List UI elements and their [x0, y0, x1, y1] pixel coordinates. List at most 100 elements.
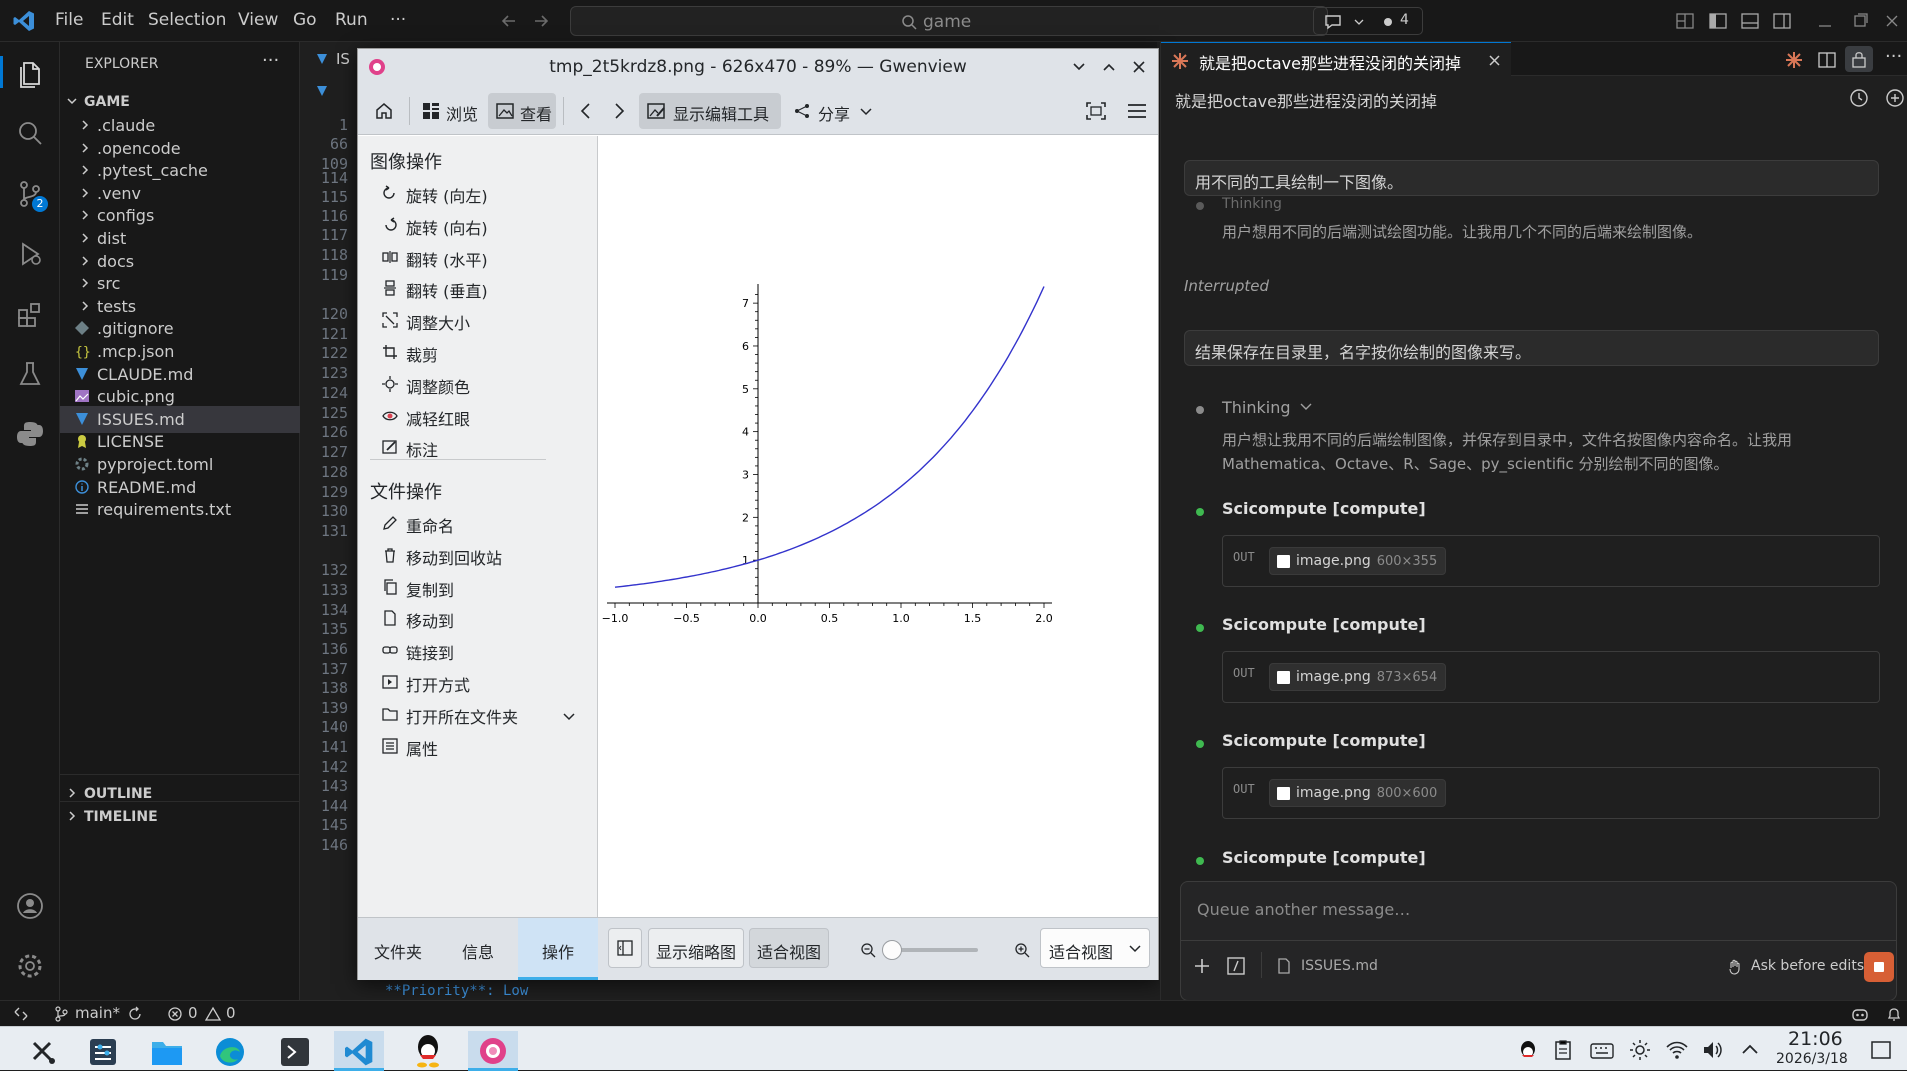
- file-item[interactable]: requirements.txt: [60, 496, 300, 523]
- extensions-icon[interactable]: [14, 298, 46, 330]
- ask-before-edits-toggle[interactable]: Ask before edits: [1751, 958, 1864, 974]
- more-actions-icon[interactable]: ···: [262, 50, 279, 71]
- show-thumbnails-button[interactable]: 显示缩略图: [648, 928, 744, 968]
- timeline-section[interactable]: TIMELINE: [60, 803, 300, 830]
- split-editor-icon[interactable]: [1818, 51, 1836, 69]
- menu-selection[interactable]: Selection: [148, 10, 226, 30]
- open-containing-folder-action[interactable]: 打开所在文件夹: [382, 699, 582, 729]
- link-to-action[interactable]: 链接到: [382, 635, 582, 665]
- close-icon[interactable]: [1131, 59, 1147, 75]
- git-branch[interactable]: main*: [75, 1004, 120, 1022]
- copy-to-action[interactable]: 复制到: [382, 572, 582, 602]
- clock-date[interactable]: 2026/3/18: [1776, 1051, 1848, 1067]
- chevron-down-icon[interactable]: [562, 712, 576, 722]
- error-icon[interactable]: [167, 1006, 183, 1022]
- agent-status[interactable]: 4: [1313, 7, 1423, 35]
- account-icon[interactable]: [14, 890, 46, 922]
- clipboard-icon[interactable]: [1553, 1039, 1573, 1061]
- home-button[interactable]: [366, 93, 402, 129]
- python-icon[interactable]: [14, 418, 46, 450]
- command-center-search[interactable]: game: [570, 6, 1328, 36]
- settings-gear-icon[interactable]: [14, 950, 46, 982]
- file-manager-icon[interactable]: [142, 1031, 192, 1071]
- zoom-out-icon[interactable]: [860, 942, 876, 958]
- maximize-icon[interactable]: [1850, 11, 1870, 31]
- history-icon[interactable]: [1849, 88, 1869, 108]
- vscode-taskbar-icon[interactable]: [334, 1031, 384, 1071]
- remote-icon[interactable]: [13, 1006, 29, 1022]
- hamburger-menu-button[interactable]: [1120, 93, 1154, 129]
- thinking-toggle[interactable]: Thinking: [1222, 398, 1312, 417]
- rotate-right-action[interactable]: 旋转 (向右): [382, 210, 582, 240]
- toggle-sidebar-button[interactable]: [608, 928, 642, 968]
- qq-tray-icon[interactable]: [1517, 1039, 1539, 1061]
- chat-tab[interactable]: 就是把octave那些进程没闭的关闭掉: [1161, 42, 1511, 76]
- layout-icon[interactable]: [1675, 11, 1695, 31]
- chevron-up-icon[interactable]: [1740, 1041, 1760, 1057]
- more-actions-icon[interactable]: ···: [1885, 46, 1902, 67]
- move-to-action[interactable]: 移动到: [382, 603, 582, 633]
- toggle-panel-icon[interactable]: [1740, 11, 1760, 31]
- stop-button[interactable]: [1864, 952, 1894, 982]
- browse-button[interactable]: 浏览: [416, 93, 484, 129]
- view-button[interactable]: 查看: [488, 93, 556, 129]
- next-image-button[interactable]: [603, 93, 633, 129]
- tab-operations[interactable]: 操作: [518, 918, 598, 980]
- add-icon[interactable]: [1193, 957, 1211, 975]
- keyboard-icon[interactable]: [1590, 1039, 1614, 1061]
- lock-button[interactable]: [1845, 46, 1873, 72]
- zoom-slider[interactable]: [882, 940, 978, 960]
- new-chat-icon[interactable]: [1885, 88, 1905, 108]
- open-with-action[interactable]: 打开方式: [382, 667, 582, 697]
- share-button[interactable]: 分享: [788, 93, 880, 129]
- fullscreen-button[interactable]: [1078, 93, 1112, 129]
- crop-action[interactable]: 裁剪: [382, 337, 582, 367]
- menu-more[interactable]: ···: [390, 10, 406, 30]
- app-launcher-icon[interactable]: [18, 1031, 68, 1071]
- adjust-colors-action[interactable]: 调整颜色: [382, 369, 582, 399]
- annotate-action[interactable]: 标注: [382, 432, 582, 462]
- menu-edit[interactable]: Edit: [101, 10, 134, 30]
- image-attachment[interactable]: image.png 600×355: [1269, 547, 1446, 575]
- menu-file[interactable]: File: [55, 10, 83, 30]
- flip-vertical-action[interactable]: 翻转 (垂直): [382, 273, 582, 303]
- minimize-icon[interactable]: [1815, 11, 1835, 31]
- forward-arrow-icon[interactable]: [532, 12, 550, 30]
- search-icon[interactable]: [14, 118, 46, 150]
- testing-icon[interactable]: [14, 358, 46, 390]
- move-to-trash-action[interactable]: 移动到回收站: [382, 540, 582, 570]
- properties-action[interactable]: 属性: [382, 731, 582, 761]
- toggle-secondary-sidebar-icon[interactable]: [1772, 11, 1792, 31]
- message-input[interactable]: Queue another message…: [1197, 900, 1410, 919]
- tool-call-title[interactable]: Scicompute [compute]: [1222, 615, 1426, 634]
- image-attachment[interactable]: image.png 800×600: [1269, 779, 1446, 807]
- slash-command-icon[interactable]: [1227, 957, 1245, 975]
- show-editor-button[interactable]: 显示编辑工具: [639, 93, 781, 129]
- tool-call-title[interactable]: Scicompute [compute]: [1222, 499, 1426, 518]
- volume-icon[interactable]: [1702, 1039, 1724, 1061]
- show-desktop-icon[interactable]: [1870, 1040, 1892, 1060]
- fit-view-button[interactable]: 适合视图: [749, 928, 829, 968]
- explorer-icon[interactable]: [14, 58, 46, 90]
- run-debug-icon[interactable]: [14, 238, 46, 270]
- brightness-icon[interactable]: [1629, 1039, 1651, 1061]
- qq-icon[interactable]: [403, 1031, 453, 1071]
- red-eye-action[interactable]: 减轻红眼: [382, 401, 582, 431]
- editor-code-line[interactable]: **Priority**: Low: [385, 983, 528, 999]
- tool-call-title[interactable]: Scicompute [compute]: [1222, 848, 1426, 867]
- resize-action[interactable]: 调整大小: [382, 305, 582, 335]
- terminal-icon[interactable]: [270, 1031, 320, 1071]
- image-attachment[interactable]: image.png 873×654: [1269, 663, 1446, 691]
- close-window-icon[interactable]: [1882, 11, 1902, 31]
- system-settings-icon[interactable]: [78, 1031, 128, 1071]
- edge-browser-icon[interactable]: [206, 1031, 256, 1071]
- sync-icon[interactable]: [127, 1006, 143, 1022]
- rename-action[interactable]: 重命名: [382, 508, 582, 538]
- workspace-root[interactable]: GAME: [60, 88, 300, 115]
- menu-view[interactable]: View: [238, 10, 278, 30]
- attached-file[interactable]: ISSUES.md: [1301, 958, 1378, 974]
- flip-horizontal-action[interactable]: 翻转 (水平): [382, 242, 582, 272]
- previous-image-button[interactable]: [570, 93, 600, 129]
- image-view[interactable]: −1.0 −0.5 0.0 0.5 1.0 1.5 2.0 1 2 3 4 5 6 7: [599, 136, 1158, 917]
- tab-info[interactable]: 信息: [438, 918, 518, 980]
